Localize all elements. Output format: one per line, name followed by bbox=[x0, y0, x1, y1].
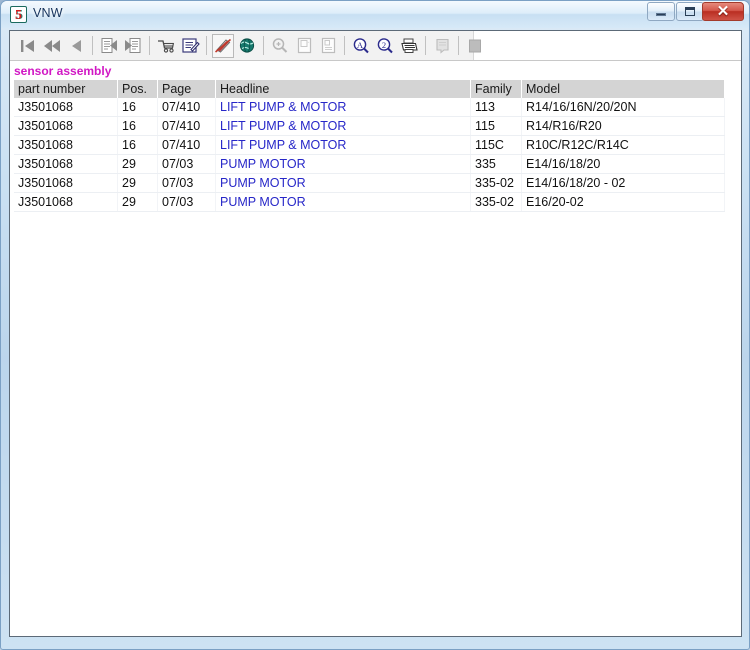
table-row[interactable]: J3501068 16 07/410 LIFT PUMP & MOTOR 115… bbox=[14, 116, 725, 136]
cell-pos: 29 bbox=[117, 173, 158, 193]
document-back-button[interactable] bbox=[98, 34, 120, 58]
window-title: VNW bbox=[33, 6, 63, 20]
results-pane: sensor assembly part number Pos. Page He… bbox=[10, 61, 741, 636]
table-row[interactable]: J3501068 29 07/03 PUMP MOTOR 335-02 E14/… bbox=[14, 173, 725, 193]
group-title: sensor assembly bbox=[14, 64, 112, 78]
application-window: 5 VNW ✕ A 2 sensor assembly part number … bbox=[0, 0, 750, 650]
cell-model: R14/16/16N/20/20N bbox=[521, 98, 725, 117]
cell-part-number: J3501068 bbox=[14, 116, 118, 136]
first-record-button[interactable] bbox=[17, 34, 39, 58]
column-header-headline[interactable]: Headline bbox=[215, 80, 471, 98]
close-button[interactable]: ✕ bbox=[702, 2, 744, 21]
toolbar-separator bbox=[458, 36, 459, 55]
client-area: A 2 sensor assembly part number Pos. Pag… bbox=[9, 30, 742, 637]
table-row[interactable]: J3501068 29 07/03 PUMP MOTOR 335 E14/16/… bbox=[14, 154, 725, 174]
cell-headline[interactable]: LIFT PUMP & MOTOR bbox=[215, 135, 471, 155]
shopping-cart-button[interactable] bbox=[155, 34, 177, 58]
toolbar-separator bbox=[425, 36, 426, 55]
close-icon: ✕ bbox=[716, 3, 730, 20]
maximize-button[interactable] bbox=[676, 2, 704, 21]
cell-pos: 16 bbox=[117, 116, 158, 136]
previous-record-button[interactable] bbox=[65, 34, 87, 58]
toolbar-empty-area bbox=[473, 31, 741, 60]
cell-pos: 16 bbox=[117, 98, 158, 117]
cell-page: 07/410 bbox=[157, 116, 216, 136]
app-5-icon: 5 bbox=[10, 6, 27, 23]
svg-text:2: 2 bbox=[382, 40, 386, 50]
toolbar-separator bbox=[149, 36, 150, 55]
cell-page: 07/03 bbox=[157, 173, 216, 193]
table-row[interactable]: J3501068 29 07/03 PUMP MOTOR 335-02 E16/… bbox=[14, 192, 725, 212]
toolbar: A 2 bbox=[10, 31, 741, 61]
cell-family: 335-02 bbox=[470, 173, 522, 193]
cell-family: 115 bbox=[470, 116, 522, 136]
cell-model: E14/16/18/20 - 02 bbox=[521, 173, 725, 193]
cell-model: E16/20-02 bbox=[521, 192, 725, 212]
notes-button[interactable] bbox=[431, 34, 453, 58]
print-button[interactable] bbox=[398, 34, 420, 58]
cell-page: 07/410 bbox=[157, 135, 216, 155]
column-header-model[interactable]: Model bbox=[521, 80, 725, 98]
find-number-button[interactable]: 2 bbox=[374, 34, 396, 58]
minimize-icon bbox=[648, 3, 674, 20]
svg-text:A: A bbox=[357, 40, 364, 50]
column-header-family[interactable]: Family bbox=[470, 80, 522, 98]
edit-order-button[interactable] bbox=[179, 34, 201, 58]
find-text-button[interactable]: A bbox=[350, 34, 372, 58]
results-table: part number Pos. Page Headline Family Mo… bbox=[14, 80, 725, 212]
hide-markup-button[interactable] bbox=[212, 33, 234, 58]
cell-pos: 29 bbox=[117, 192, 158, 212]
cell-family: 115C bbox=[470, 135, 522, 155]
table-row[interactable]: J3501068 16 07/410 LIFT PUMP & MOTOR 115… bbox=[14, 135, 725, 155]
cell-family: 113 bbox=[470, 98, 522, 117]
cell-model: R14/R16/R20 bbox=[521, 116, 725, 136]
cell-headline[interactable]: PUMP MOTOR bbox=[215, 173, 471, 193]
stop-button[interactable] bbox=[464, 34, 486, 58]
column-header-pos[interactable]: Pos. bbox=[117, 80, 158, 98]
toolbar-separator bbox=[92, 36, 93, 55]
cell-part-number: J3501068 bbox=[14, 173, 118, 193]
cell-family: 335-02 bbox=[470, 192, 522, 212]
cell-part-number: J3501068 bbox=[14, 98, 118, 117]
cell-page: 07/03 bbox=[157, 154, 216, 174]
column-header-part-number[interactable]: part number bbox=[14, 80, 118, 98]
cell-headline[interactable]: PUMP MOTOR bbox=[215, 192, 471, 212]
cell-model: R10C/R12C/R14C bbox=[521, 135, 725, 155]
title-bar[interactable]: 5 VNW ✕ bbox=[1, 1, 749, 28]
table-header-row: part number Pos. Page Headline Family Mo… bbox=[14, 80, 725, 98]
cell-part-number: J3501068 bbox=[14, 154, 118, 174]
cell-family: 335 bbox=[470, 154, 522, 174]
cell-pos: 16 bbox=[117, 135, 158, 155]
cell-model: E14/16/18/20 bbox=[521, 154, 725, 174]
rewind-button[interactable] bbox=[41, 34, 63, 58]
cell-pos: 29 bbox=[117, 154, 158, 174]
maximize-icon bbox=[677, 3, 703, 20]
column-header-page[interactable]: Page bbox=[157, 80, 216, 98]
cell-headline[interactable]: PUMP MOTOR bbox=[215, 154, 471, 174]
cell-part-number: J3501068 bbox=[14, 192, 118, 212]
cell-headline[interactable]: LIFT PUMP & MOTOR bbox=[215, 116, 471, 136]
cell-part-number: J3501068 bbox=[14, 135, 118, 155]
zoom-button[interactable] bbox=[269, 34, 291, 58]
globe-button[interactable] bbox=[236, 34, 258, 58]
toolbar-separator bbox=[206, 36, 207, 55]
cell-headline[interactable]: LIFT PUMP & MOTOR bbox=[215, 98, 471, 117]
toolbar-separator bbox=[344, 36, 345, 55]
toolbar-separator bbox=[263, 36, 264, 55]
document-forward-button[interactable] bbox=[122, 34, 144, 58]
cell-page: 07/03 bbox=[157, 192, 216, 212]
page-view-alt-button[interactable] bbox=[317, 34, 339, 58]
page-view-button[interactable] bbox=[293, 34, 315, 58]
cell-page: 07/410 bbox=[157, 98, 216, 117]
table-row[interactable]: J3501068 16 07/410 LIFT PUMP & MOTOR 113… bbox=[14, 98, 725, 117]
minimize-button[interactable] bbox=[647, 2, 675, 21]
